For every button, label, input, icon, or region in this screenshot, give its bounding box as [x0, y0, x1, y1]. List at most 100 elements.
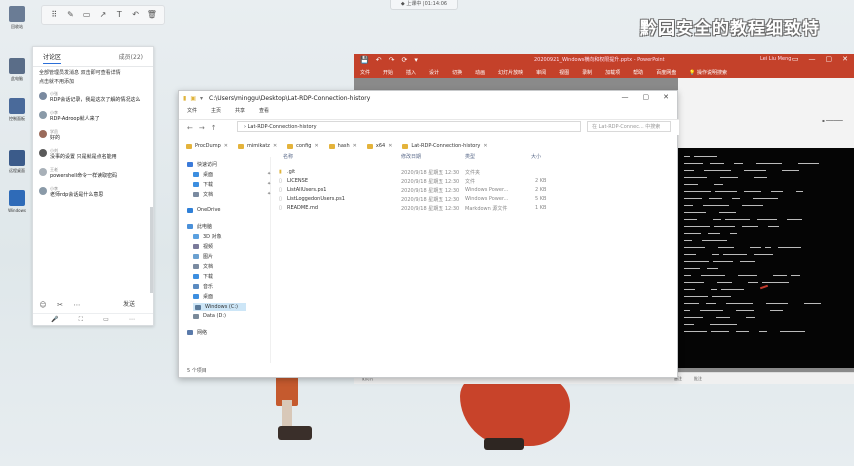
desktop-icon[interactable]: 此电脑: [4, 58, 30, 81]
ribbon-tab[interactable]: 加载项: [605, 69, 620, 76]
file-row[interactable]: ▯ ListLoggedonUsers.ps1 2020/9/18 星期五 12:3…: [279, 196, 671, 204]
ribbon-tab[interactable]: 百度网盘: [656, 69, 676, 76]
ppt-user[interactable]: Lei Liu Meng: [760, 56, 791, 62]
file-row[interactable]: ▯ LICENSE 2020/9/18 星期五 12:30 文件 2 KB: [279, 178, 671, 186]
comments-button[interactable]: 批注: [694, 376, 702, 382]
ribbon-tab[interactable]: 视图: [559, 69, 569, 76]
ribbon-tab[interactable]: 审阅: [536, 69, 546, 76]
maximize-icon[interactable]: ▢: [826, 55, 833, 63]
text-icon[interactable]: T: [114, 10, 124, 20]
folder-tab[interactable]: config ✕: [284, 141, 322, 151]
tab-members[interactable]: 成员(22): [119, 52, 143, 61]
close-icon[interactable]: ✕: [842, 55, 848, 63]
folder-tab[interactable]: Lat-RDP-Connection-history ✕: [399, 141, 490, 151]
more-options-icon[interactable]: ⋯: [129, 316, 135, 323]
properties-icon[interactable]: ▣: [190, 95, 196, 102]
nav-item[interactable]: 此电脑: [187, 223, 212, 230]
minimize-icon[interactable]: —: [622, 93, 629, 101]
pin-icon[interactable]: ✦: [267, 191, 271, 197]
desktop-icon[interactable]: Windows: [4, 190, 30, 213]
ribbon-tab[interactable]: 录制: [582, 69, 592, 76]
redo-icon[interactable]: ↷: [389, 56, 395, 64]
column-date[interactable]: 修改日期: [401, 153, 421, 160]
nav-item[interactable]: 桌面: [193, 171, 213, 178]
desktop-icon[interactable]: 控制面板: [4, 98, 30, 121]
ribbon-tab[interactable]: 动画: [475, 69, 485, 76]
nav-item[interactable]: 文档: [193, 191, 213, 198]
nav-item[interactable]: 桌面: [193, 293, 213, 300]
pen-icon[interactable]: ✎: [65, 10, 75, 20]
folder-tab[interactable]: ProcDump ✕: [183, 141, 231, 151]
up-icon[interactable]: ↑: [211, 124, 217, 132]
ribbon-tab[interactable]: 开始: [383, 69, 393, 76]
send-button[interactable]: 发送: [123, 299, 135, 308]
ribbon-tab[interactable]: 帮助: [633, 69, 643, 76]
undo-icon[interactable]: ↶: [131, 10, 141, 20]
meeting-status-tag[interactable]: ◆ 上课中 |01:14:06: [390, 0, 458, 10]
nav-item[interactable]: Data (D:): [193, 313, 226, 319]
grid-icon[interactable]: ⠿: [49, 10, 59, 20]
refresh-icon[interactable]: ⟳: [401, 56, 407, 64]
forward-icon[interactable]: →: [199, 124, 205, 132]
desktop-icon[interactable]: 远程桌面: [4, 150, 30, 173]
close-tab-icon[interactable]: ✕: [483, 143, 487, 149]
close-icon[interactable]: ✕: [663, 93, 669, 101]
nav-item[interactable]: 图片: [193, 253, 213, 260]
search-input[interactable]: 在 Lat-RDP-Connec... 中搜索: [587, 121, 671, 132]
screen-icon[interactable]: ▭: [103, 316, 109, 323]
delete-icon[interactable]: 🗑: [147, 10, 157, 20]
close-tab-icon[interactable]: ✕: [314, 143, 318, 149]
ribbon-tab[interactable]: 查看: [259, 107, 269, 114]
nav-item[interactable]: 网络: [187, 329, 207, 336]
ribbon-display-icon[interactable]: ▭: [792, 55, 799, 63]
address-bar[interactable]: › Lat-RDP-Connection-history: [237, 121, 581, 132]
save-icon[interactable]: 💾: [360, 56, 369, 64]
file-row[interactable]: ▯ ListAllUsers.ps1 2020/9/18 星期五 12:30 Wind…: [279, 187, 671, 195]
ppt-slide-terminal[interactable]: [678, 148, 854, 368]
folder-tab[interactable]: x64 ✕: [364, 141, 396, 151]
maximize-icon[interactable]: ▢: [643, 93, 650, 101]
ribbon-tab[interactable]: 文件: [360, 69, 370, 76]
nav-item[interactable]: 快速访问: [187, 161, 217, 168]
undo-icon[interactable]: ↶: [376, 56, 382, 64]
nav-item[interactable]: 文档: [193, 263, 213, 270]
file-row[interactable]: ▯ README.md 2020/9/18 星期五 12:30 Markdown 源文…: [279, 205, 671, 213]
nav-item[interactable]: 3D 对象: [193, 233, 222, 240]
nav-item[interactable]: 下载: [193, 181, 213, 188]
ribbon-tab[interactable]: 设计: [429, 69, 439, 76]
fullscreen-icon[interactable]: ⛶: [79, 316, 83, 324]
column-type[interactable]: 类型: [465, 153, 475, 160]
ribbon-tab[interactable]: 插入: [406, 69, 416, 76]
rectangle-icon[interactable]: ▭: [82, 10, 92, 20]
column-name[interactable]: 名称: [283, 153, 293, 160]
close-tab-icon[interactable]: ✕: [273, 143, 277, 149]
chevron-down-icon[interactable]: ▾: [200, 95, 203, 102]
ribbon-tab[interactable]: 主页: [211, 107, 221, 114]
ribbon-tab[interactable]: 切换: [452, 69, 462, 76]
close-tab-icon[interactable]: ✕: [224, 143, 228, 149]
arrow-icon[interactable]: ↗: [98, 10, 108, 20]
close-tab-icon[interactable]: ✕: [388, 143, 392, 149]
desktop-icon[interactable]: 回收站: [4, 6, 30, 29]
pin-icon[interactable]: ✦: [267, 181, 271, 187]
minimize-icon[interactable]: —: [809, 55, 816, 63]
more-icon[interactable]: ⋯: [73, 301, 81, 309]
chat-message-list[interactable]: 全部管理员发消息 双击即可查看详情 点击就不用添加 小张 RDP会话记录，我是这次…: [33, 67, 153, 263]
nav-item[interactable]: 音乐: [193, 283, 213, 290]
file-row[interactable]: ▮ .git 2020/9/18 星期五 12:30 文件夹: [279, 169, 671, 177]
pin-icon[interactable]: ✦: [267, 171, 271, 177]
folder-tab[interactable]: hash ✕: [326, 141, 360, 151]
tab-discussion[interactable]: 讨论区: [43, 50, 62, 64]
column-size[interactable]: 大小: [531, 153, 541, 160]
chat-scrollbar[interactable]: [150, 207, 153, 293]
nav-item[interactable]: 下载: [193, 273, 213, 280]
ribbon-tab[interactable]: 💡 操作说明搜索: [689, 69, 727, 76]
scissors-icon[interactable]: ✂: [56, 301, 64, 309]
customize-icon[interactable]: ▾: [414, 56, 418, 64]
back-icon[interactable]: ←: [187, 124, 193, 132]
microphone-icon[interactable]: 🎤: [51, 316, 58, 323]
ribbon-tab[interactable]: 幻灯片放映: [498, 69, 523, 76]
nav-item[interactable]: Windows (C:): [193, 303, 246, 311]
nav-item[interactable]: 视频: [193, 243, 213, 250]
ribbon-tab[interactable]: 文件: [187, 107, 197, 114]
